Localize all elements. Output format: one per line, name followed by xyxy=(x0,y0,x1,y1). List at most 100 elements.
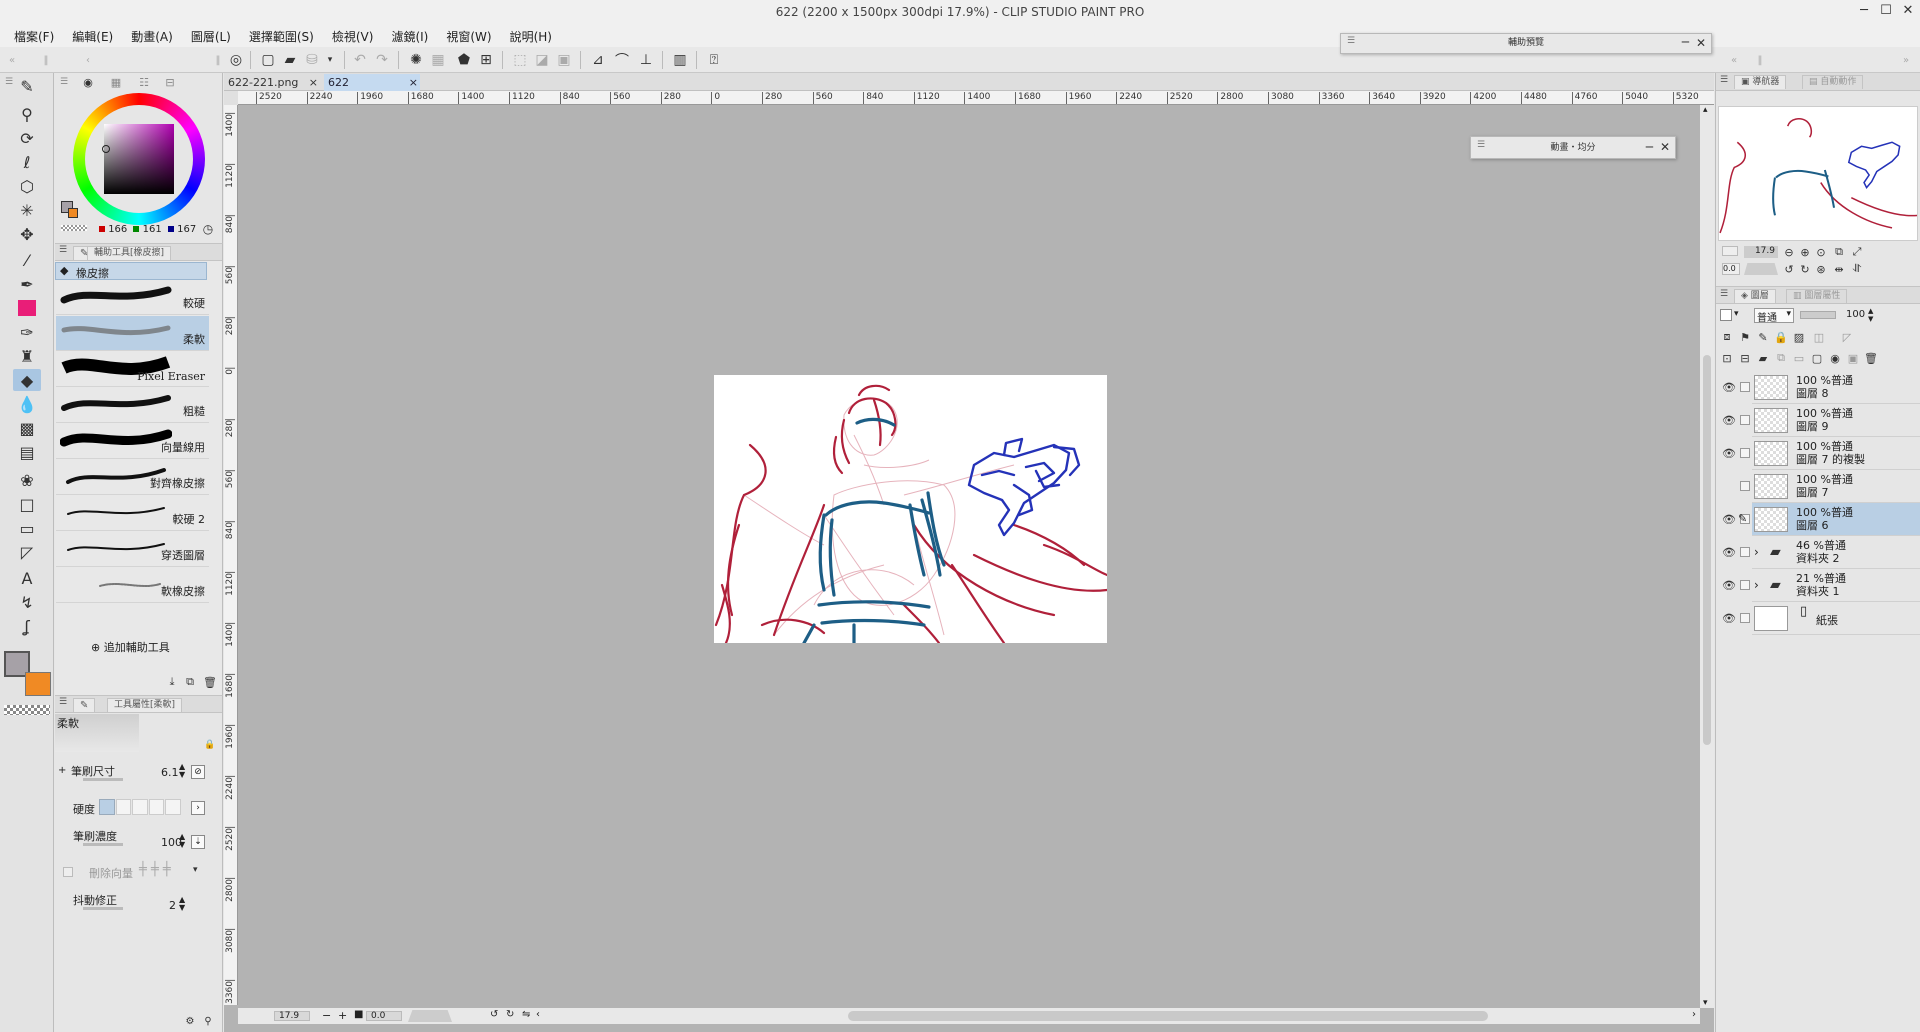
menu-window[interactable]: 視窗(W) xyxy=(437,25,500,47)
drawing-canvas[interactable] xyxy=(714,375,1107,643)
layer-row[interactable]: 👁 100 %普通 圖層 6 ✎ xyxy=(1722,503,1920,536)
layer-row[interactable]: 👁 ▯ 紙張 xyxy=(1722,602,1920,635)
menu-layer[interactable]: 圖層(L) xyxy=(182,25,240,47)
color-mode-icon[interactable]: ◷ xyxy=(201,222,215,236)
close-icon[interactable]: × xyxy=(409,76,418,89)
merge-down-icon[interactable]: ▭ xyxy=(1792,351,1806,365)
layer-color-box[interactable] xyxy=(1720,309,1732,321)
chevron-right-icon[interactable]: › xyxy=(191,801,205,815)
text-tool-icon[interactable]: A xyxy=(13,567,41,589)
horizontal-scroll-thumb[interactable] xyxy=(848,1011,1488,1021)
balloon-tool-icon[interactable]: ↯ xyxy=(13,591,41,613)
sub-color-mini[interactable] xyxy=(68,208,78,218)
zoom-out-icon[interactable]: ⊖ xyxy=(1782,245,1796,259)
chevron-right-icon[interactable]: › xyxy=(1754,545,1759,559)
panel-grip-icon[interactable]: ‖ xyxy=(208,50,228,70)
snap-grid-icon[interactable]: ⊥ xyxy=(636,50,656,70)
color-set-tab-icon[interactable]: ▦ xyxy=(109,75,123,89)
spin-icon[interactable]: ▲ ▼ xyxy=(179,763,185,779)
nav-angle-field[interactable]: 0.0 xyxy=(1722,263,1740,275)
menu-help[interactable]: 說明(H) xyxy=(501,25,561,47)
zoom-in-icon[interactable]: ⊕ xyxy=(1798,245,1812,259)
import-icon[interactable]: ⤓ xyxy=(165,675,179,689)
settings-icon[interactable]: ▥ xyxy=(670,50,690,70)
spin-icon[interactable]: ▲ ▼ xyxy=(1868,307,1873,323)
eraser-tool-icon[interactable]: ◆ xyxy=(13,369,41,391)
blend-mode-select[interactable]: 普通 ▾ xyxy=(1754,308,1794,324)
trash-icon[interactable]: 🗑 xyxy=(1864,351,1878,365)
dropdown-icon[interactable]: ▾ xyxy=(320,50,340,70)
property-settings-icon[interactable]: ⚙ xyxy=(183,1014,197,1028)
clear-outside-icon[interactable]: ▦ xyxy=(428,50,448,70)
navigator-preview[interactable] xyxy=(1718,106,1918,241)
scroll-right-icon[interactable]: › xyxy=(1692,1009,1696,1020)
navigator-tab[interactable]: ▣ 導航器 xyxy=(1734,75,1787,89)
nav-zoom-field[interactable]: 17.9 xyxy=(1744,246,1778,258)
chevron-left-icon[interactable]: ‹ xyxy=(78,50,98,70)
close-icon[interactable]: ✕ xyxy=(1696,36,1706,50)
pattern-tool-icon[interactable]: ▩ xyxy=(13,417,41,439)
layer-row[interactable]: 👁 › ▰ 46 %普通 資料夾 2 xyxy=(1722,536,1920,569)
menu-filter[interactable]: 濾鏡(I) xyxy=(382,25,437,47)
angle-field[interactable]: 0.0 xyxy=(366,1011,402,1021)
menu-icon[interactable]: ☰ xyxy=(1720,75,1728,85)
new-layer-icon[interactable]: ▢ xyxy=(1810,351,1824,365)
snap-special-ruler-icon[interactable]: ⌒ xyxy=(612,50,632,70)
panel-grip-icon[interactable]: ‖ xyxy=(36,50,56,70)
gradient-tool-icon[interactable]: ▤ xyxy=(13,441,41,463)
zoom-field[interactable]: 17.9 xyxy=(274,1011,310,1021)
menu-icon[interactable]: ☰ xyxy=(59,697,67,707)
save-icon[interactable]: ⛁ xyxy=(302,50,322,70)
chevron-down-icon[interactable]: ▾ xyxy=(1734,309,1739,319)
expand-right-icon[interactable]: » xyxy=(1896,50,1916,70)
add-subtool-button[interactable]: ⊕ 追加輔助工具 xyxy=(91,639,170,655)
eye-icon[interactable]: 👁 xyxy=(1722,414,1736,427)
stabilization-slider[interactable] xyxy=(83,907,123,910)
brush-item[interactable]: 較硬 xyxy=(56,280,209,315)
spin-icon[interactable]: ▲ ▼ xyxy=(179,896,185,912)
operation-tool-icon[interactable]: ⬡ xyxy=(13,175,41,197)
menu-icon[interactable]: ☰ xyxy=(1720,289,1728,299)
transfer-down-icon[interactable]: ⧉ xyxy=(1774,351,1788,365)
brush-size-tab-icon[interactable]: ✎ xyxy=(73,698,96,712)
airbrush-tool-icon[interactable]: ♜ xyxy=(13,345,41,367)
panel-grip-icon[interactable]: ‖ xyxy=(1750,50,1770,70)
zoom-out-icon[interactable]: − xyxy=(322,1009,331,1022)
invert-selection-icon[interactable]: ◪ xyxy=(532,50,552,70)
lasso-tool-icon[interactable]: ℓ xyxy=(13,151,41,173)
density-slider[interactable] xyxy=(83,843,123,846)
layer-row[interactable]: 👁 › ▰ 21 %普通 資料夾 1 xyxy=(1722,569,1920,602)
layer-select-checkbox[interactable] xyxy=(1740,580,1750,590)
brush-item[interactable]: 較硬 2 xyxy=(56,496,209,531)
angle-slider[interactable] xyxy=(408,1010,452,1022)
doc-tab[interactable]: 622-221.png × xyxy=(224,74,320,91)
scroll-left-icon[interactable]: ‹ xyxy=(536,1009,540,1020)
minimize-icon[interactable]: ─ xyxy=(1682,35,1689,49)
layer-select-checkbox[interactable] xyxy=(1740,547,1750,557)
menu-animation[interactable]: 動畫(A) xyxy=(122,25,182,47)
brush-item[interactable]: 柔軟 xyxy=(56,316,209,351)
lock-icon[interactable]: 🔒 xyxy=(1774,330,1788,344)
eye-icon[interactable]: 👁 xyxy=(1722,381,1736,394)
menu-edit[interactable]: 編輯(E) xyxy=(63,25,122,47)
layer-row[interactable]: 👁 100 %普通 圖層 7 的複製 xyxy=(1722,437,1920,470)
layer-select-checkbox[interactable] xyxy=(1740,613,1750,623)
frame-tool-icon[interactable]: ▭ xyxy=(13,517,41,539)
mask-add-icon[interactable]: ◉ xyxy=(1828,351,1842,365)
ruler-icon[interactable]: ◸ xyxy=(1840,330,1854,344)
rotate-right-icon[interactable]: ↻ xyxy=(506,1009,514,1020)
reset-rotation-icon[interactable]: ⊛ xyxy=(1814,262,1828,276)
decoration-tool-icon[interactable]: ❀ xyxy=(13,469,41,491)
color-picker-cursor[interactable] xyxy=(102,145,110,153)
eye-icon[interactable]: 👁 xyxy=(1722,579,1736,592)
brush-item[interactable]: 軟橡皮擦 xyxy=(56,568,209,603)
open-file-icon[interactable]: ▰ xyxy=(280,50,300,70)
sub-color-swatch[interactable] xyxy=(25,672,51,696)
color-wheel-tab-icon[interactable]: ◉ xyxy=(81,75,95,89)
hardness-selector[interactable] xyxy=(99,799,181,815)
layer-tab[interactable]: ◈ 圖層 xyxy=(1734,289,1776,303)
opacity-value[interactable]: 100 xyxy=(1846,309,1865,320)
rotate-left-icon[interactable]: ↺ xyxy=(490,1009,498,1020)
scroll-up-icon[interactable]: ▴ xyxy=(1703,105,1708,115)
scroll-down-icon[interactable]: ▾ xyxy=(1703,998,1708,1008)
